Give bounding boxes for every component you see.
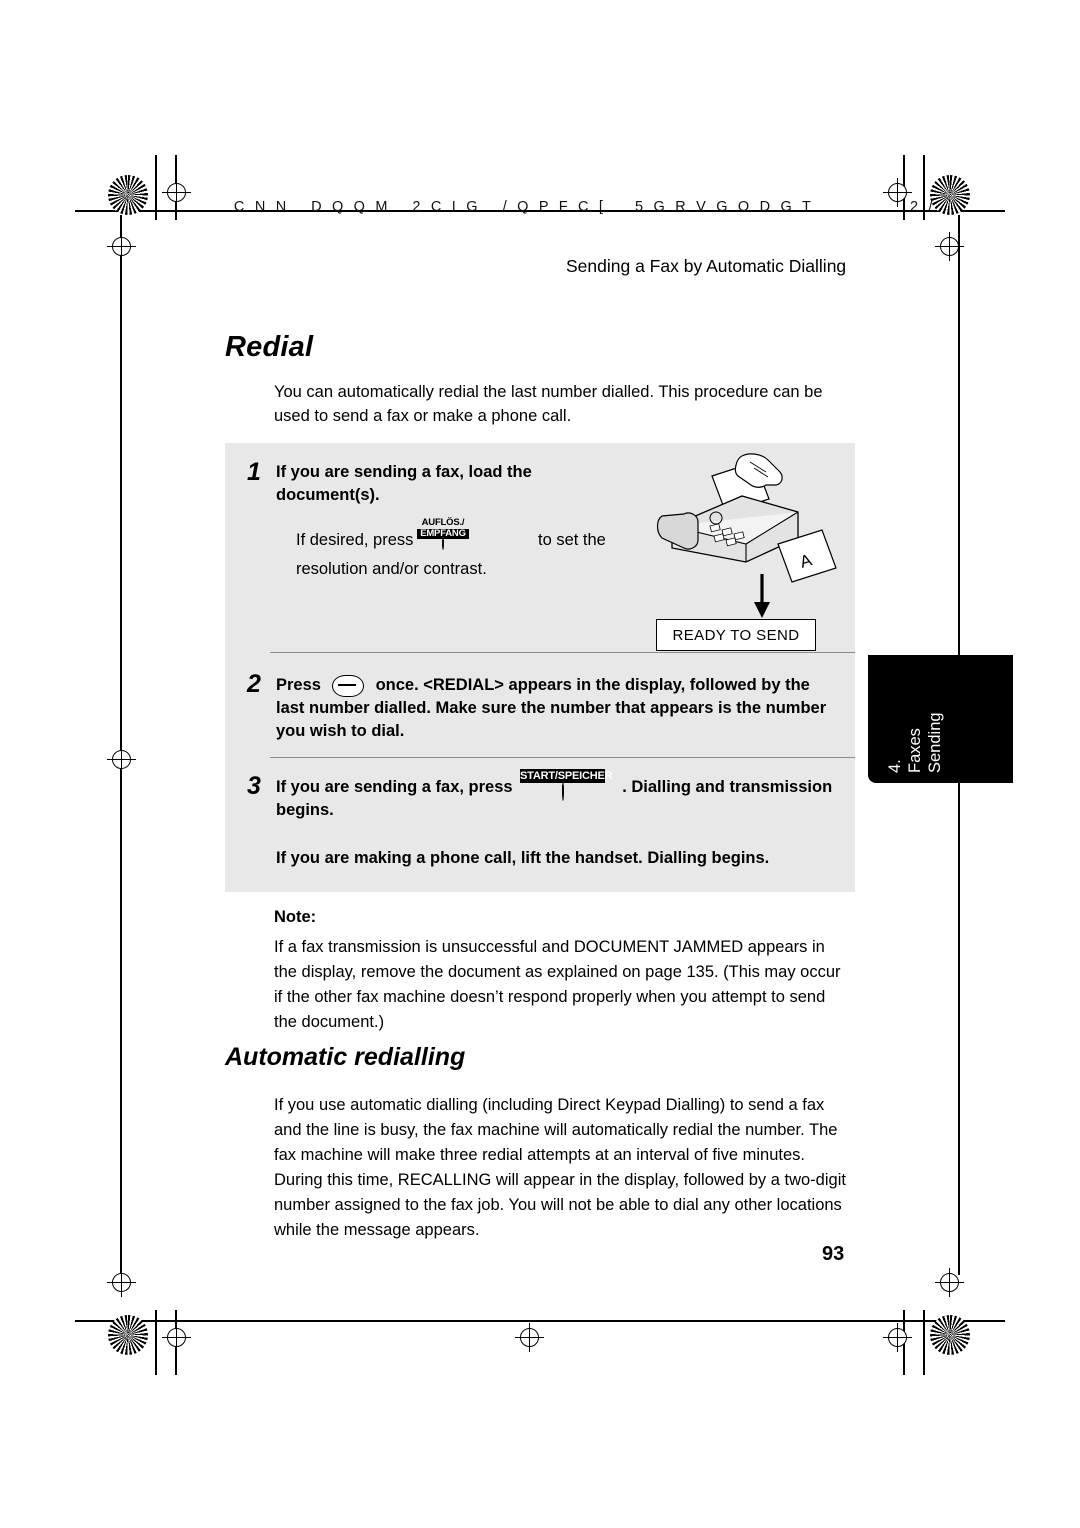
chapter-tab-line3: Sending [926,712,944,773]
page-number: 93 [822,1243,845,1265]
step-1-subtext-line2: resolution and/or contrast. [296,560,487,578]
chapter-tab: 4. Faxes Sending [868,655,1013,783]
chapter-tab-line1: 4. [886,759,904,773]
step-2-text-before: Press [276,676,321,694]
step-number-3: 3 [247,772,261,800]
intro-paragraph: You can automatically redial the last nu… [274,383,823,425]
note-text: If a fax transmission is unsuccessful an… [274,938,841,1031]
start-key-icon: START/SPEICHER [520,769,613,801]
page-title: Redial [225,331,314,363]
section2-body: If you use automatic dialling (including… [274,1096,846,1239]
redial-key-icon [332,675,364,697]
start-key-button-icon [561,782,564,801]
note-label: Note: [274,908,317,926]
step-1-subtext-after: to set the [537,531,606,549]
step-1-subtext-before: If desired, press [296,531,414,549]
printer-header-code: C N N D Q Q M 2 C I G / Q P F C [ 5 G R V… [205,183,936,231]
display-readout: READY TO SEND [656,619,816,651]
header-code-part3: 2 / [910,199,936,215]
step-3-text-second: If you are making a phone call, lift the… [276,849,770,867]
step-divider-2 [270,757,855,758]
step-divider-1 [270,652,855,653]
resolution-key-label-1: AUFLÖS./ [421,517,465,528]
resolution-key-knob-icon [442,537,444,550]
step-1-heading: If you are sending a fax, load the docum… [276,463,532,504]
step-number-1: 1 [247,458,261,486]
header-code-part1: C N N D Q Q M 2 C I G [233,199,481,215]
step-3-text-before: If you are sending a fax, press [276,778,513,796]
step-number-2: 2 [247,670,261,698]
chapter-tab-line2: Faxes [906,728,924,773]
running-head: Sending a Fax by Automatic Dialling [566,256,847,276]
header-code-part2: / Q P F C [ 5 G R V G O D G T [502,199,815,215]
fax-machine-illustration: A [656,453,837,618]
section-title-automatic-redialling: Automatic redialling [225,1043,466,1071]
start-key-label: START/SPEICHER [520,769,613,783]
resolution-key-icon: AUFLÖS./ EMPFANG [417,517,469,557]
